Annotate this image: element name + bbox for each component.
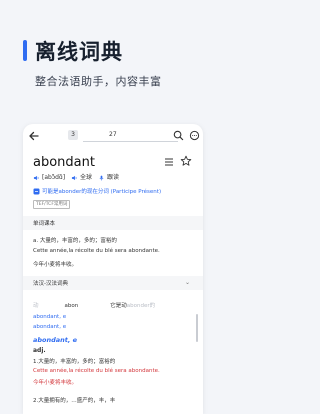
scan-part-5: 的	[149, 303, 156, 309]
section-dict-title: 法汉-汉法词典	[33, 281, 68, 287]
top-toolbar: 3 27	[23, 124, 203, 148]
section-dict-header[interactable]: 法汉-汉法词典 ⌄	[23, 276, 203, 290]
dict-headword-2[interactable]: abondant, e	[33, 324, 66, 330]
scan-part-3: 它是动	[110, 303, 127, 309]
scan-part-4: abonder	[126, 303, 150, 309]
promo-subtitle: 整合法语助手，内容丰富	[35, 75, 162, 88]
page-index: 3	[68, 130, 78, 140]
list-icon[interactable]	[164, 157, 174, 167]
phonetic: [abɔ̃dɑ̃]	[42, 174, 66, 181]
scan-part-1: 动	[33, 303, 39, 309]
speaker-icon[interactable]	[33, 175, 40, 181]
speaker-icon[interactable]	[71, 175, 78, 181]
scan-part-2: abon	[64, 303, 79, 309]
chevron-down-icon[interactable]: ⌄	[185, 279, 190, 286]
phone-screen: 3 27 abondant [abɔ̃dɑ̃] 全球 跟读 可能是abonder…	[23, 124, 203, 414]
dict-example-1: Cette année,la récolte du blé sera abond…	[33, 368, 160, 374]
vocab-definition: a. 大量的，丰富的，多的；富裕的	[33, 238, 117, 244]
back-arrow-icon[interactable]	[28, 130, 40, 142]
conjugation-hint[interactable]: 可能是abonder的现在分词 (Participe Présent)	[33, 187, 161, 195]
section-vocab-header[interactable]: 单词课本	[23, 216, 203, 230]
part-of-speech: adj.	[33, 347, 46, 354]
dict-example-1-translation: 今年小麦将丰收。	[33, 380, 78, 386]
page-total: 27	[109, 131, 117, 138]
dict-entry-title: abondant, e	[33, 336, 78, 344]
scan-ghost-row: 动 abon 它是动abonder的	[33, 301, 193, 309]
star-icon[interactable]	[180, 155, 192, 167]
scrollbar[interactable]	[196, 314, 198, 342]
vocab-example: Cette année,la récolte du blé sera abond…	[33, 248, 160, 254]
page-slider[interactable]	[83, 141, 178, 142]
pronunciation-row: [abɔ̃dɑ̃] 全球 跟读	[33, 172, 119, 181]
title-accent-bar	[23, 40, 27, 61]
headword: abondant	[33, 155, 95, 170]
dict-sense-2: 2.大量拥有的，…盛产的，丰，丰	[33, 398, 116, 404]
section-vocab-title: 单词课本	[33, 221, 56, 227]
link-icon	[33, 188, 40, 195]
level-badge: TEF/TCF常用词	[33, 200, 71, 209]
promo-header: 离线词典 整合法语助手，内容丰富	[0, 0, 225, 120]
microphone-icon[interactable]	[98, 175, 105, 181]
dict-headword-1[interactable]: abondant, e	[33, 314, 66, 320]
search-icon[interactable]	[173, 130, 184, 141]
dict-sense-1: 1.大量的，丰富的，多的；富裕的	[33, 359, 116, 365]
promo-title: 离线词典	[35, 40, 123, 64]
follow-read[interactable]: 跟读	[107, 174, 119, 181]
accent-global[interactable]: 全球	[80, 174, 92, 181]
vocab-example-translation: 今年小麦将丰收。	[33, 262, 78, 268]
more-icon[interactable]	[189, 130, 200, 141]
hint-text: 可能是abonder的现在分词 (Participe Présent)	[42, 189, 162, 195]
